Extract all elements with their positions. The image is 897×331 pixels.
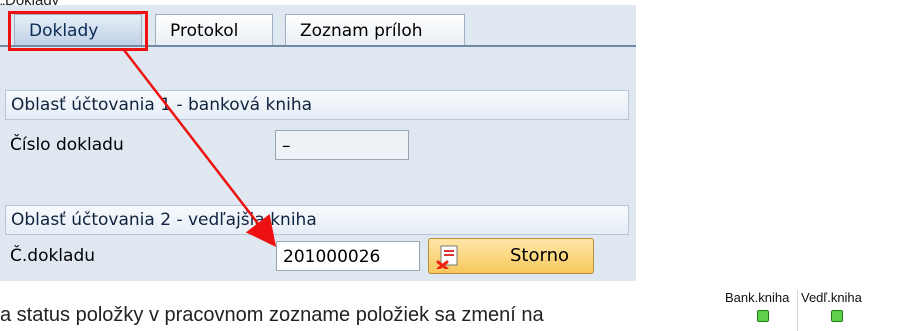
status-divider — [797, 290, 798, 331]
status-header-bank: Bank.kniha — [725, 290, 790, 305]
status-change-text: a status položky v pracovnom zozname pol… — [0, 304, 544, 326]
green-status-led-icon — [757, 310, 769, 322]
green-status-led-icon — [831, 310, 843, 322]
status-header-subledger: Vedľ.kniha — [801, 290, 862, 305]
highlight-arrow — [123, 49, 277, 247]
